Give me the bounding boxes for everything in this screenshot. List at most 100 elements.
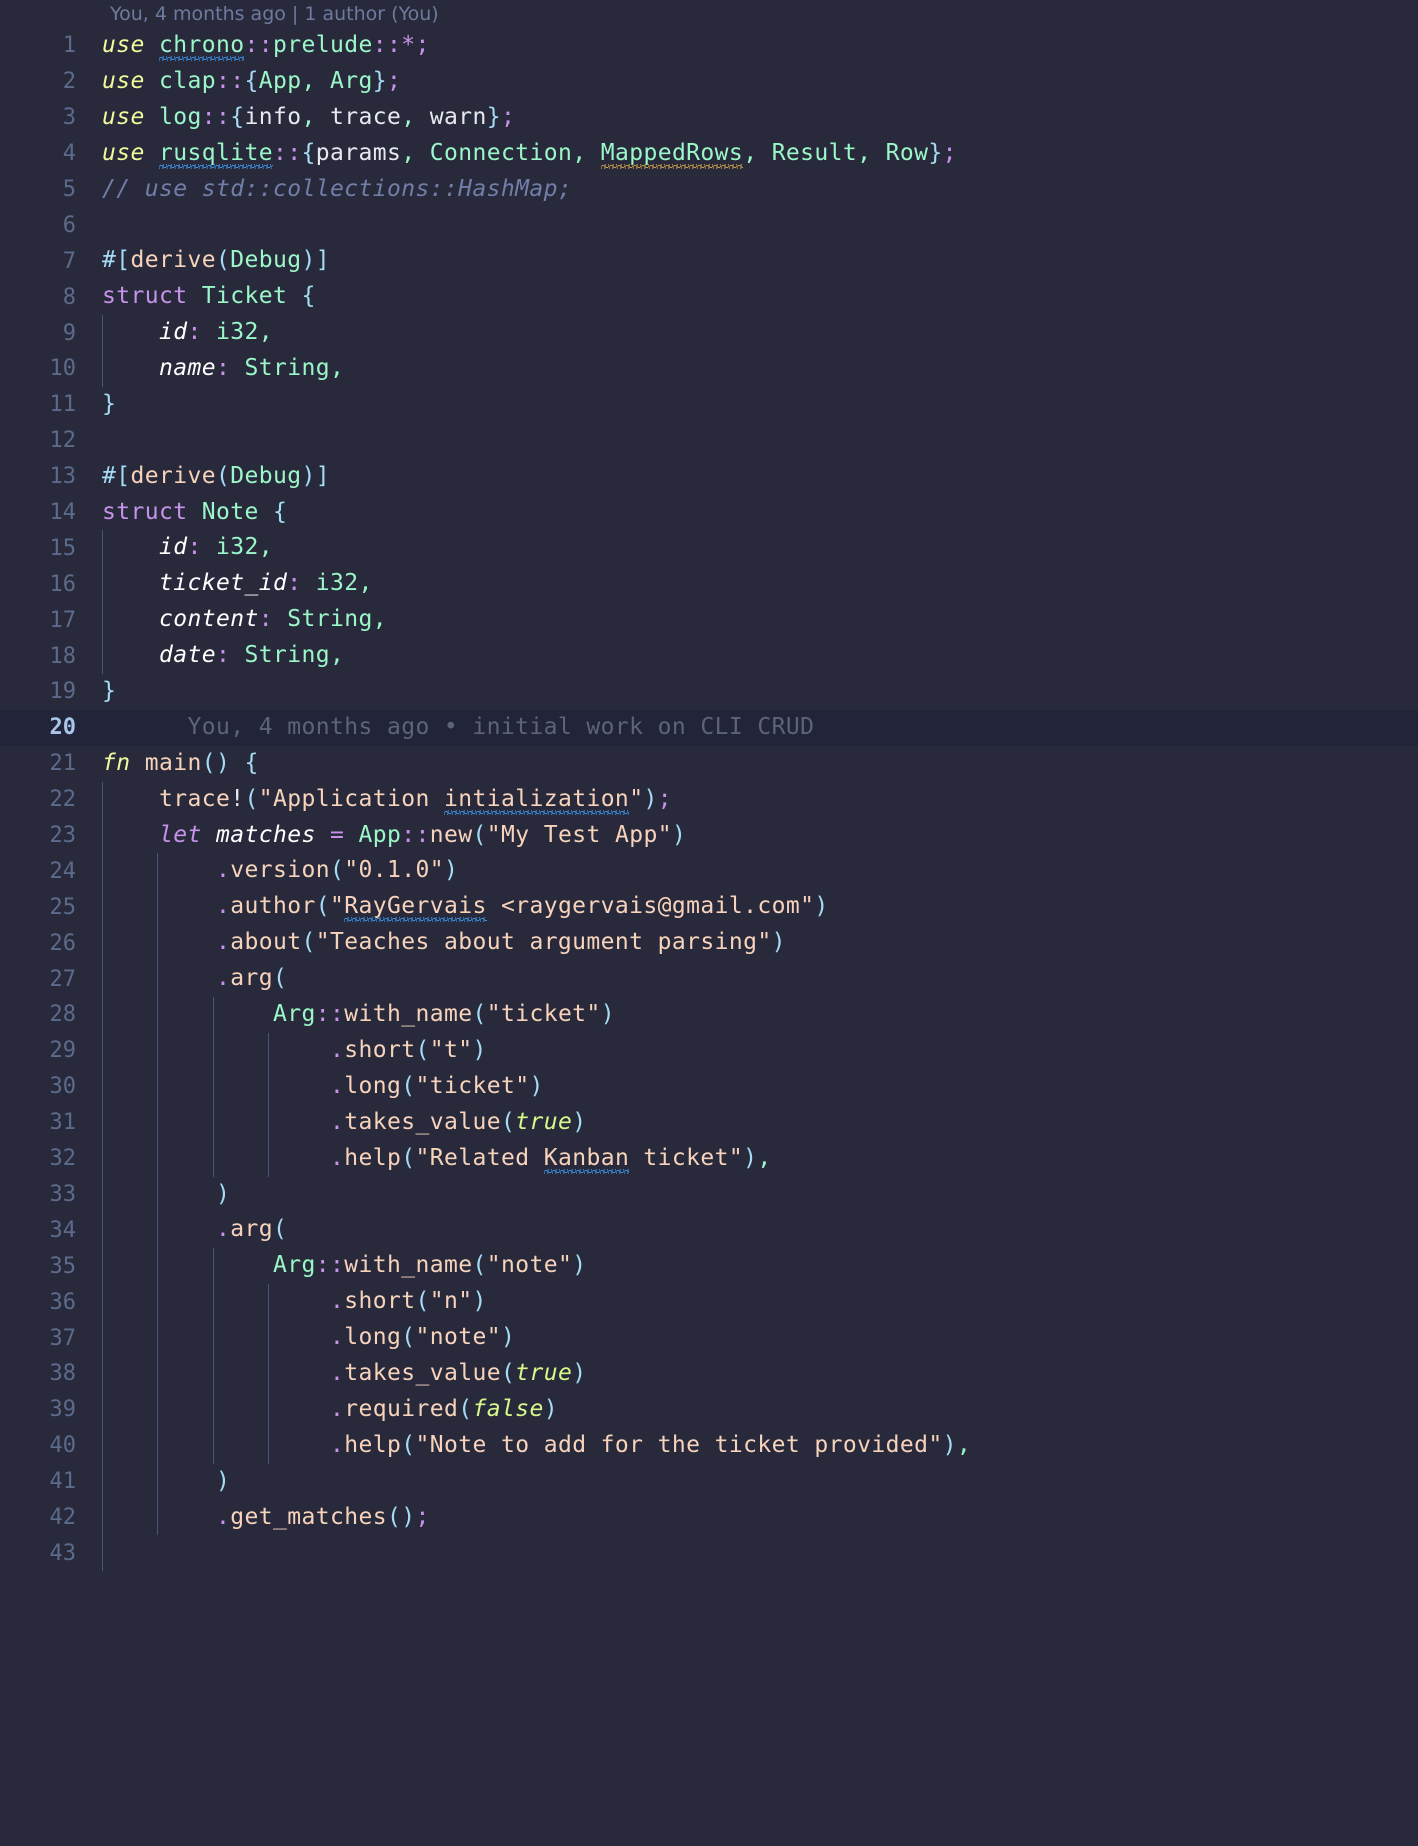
code-line[interactable]: 42 .get_matches();: [0, 1499, 1418, 1536]
code-line[interactable]: 41 ): [0, 1463, 1418, 1500]
line-number: 9: [62, 320, 76, 346]
line-number: 21: [49, 751, 77, 777]
code-text: .takes_value(true): [88, 1104, 1418, 1141]
code-text: .short("n"): [88, 1284, 1418, 1321]
code-text: .long("note"): [88, 1320, 1418, 1356]
line-number: 40: [49, 1433, 77, 1459]
code-text: .arg(: [88, 961, 1418, 998]
code-text: fn main() {: [102, 749, 259, 776]
code-text: .help("Related Kanban ticket"),: [88, 1140, 1418, 1177]
code-line[interactable]: 19}: [0, 674, 1418, 710]
code-line[interactable]: 35 Arg::with_name("note"): [0, 1248, 1418, 1285]
code-text: use clap::{App, Arg};: [102, 67, 402, 94]
line-number: 6: [62, 212, 76, 238]
code-line[interactable]: 3 use log::{info, trace, warn};: [0, 100, 1418, 136]
code-line[interactable]: 6: [0, 207, 1418, 243]
line-number: 3: [62, 105, 76, 131]
line-number: 39: [49, 1397, 77, 1423]
code-line[interactable]: 7 #[derive(Debug)]: [0, 243, 1418, 279]
code-line[interactable]: 16 ticket_id: i32,: [0, 566, 1418, 603]
code-line-blame[interactable]: 20 You, 4 months ago • initial work on C…: [0, 709, 1418, 746]
code-line[interactable]: 18 date: String,: [0, 638, 1418, 675]
code-text: .long("ticket"): [88, 1068, 1418, 1105]
blame-annotation: You, 4 months ago • initial work on CLI …: [102, 713, 815, 740]
code-line[interactable]: 38 .takes_value(true): [0, 1355, 1418, 1392]
code-line[interactable]: 30 .long("ticket"): [0, 1068, 1418, 1105]
code-text: use chrono::prelude::*;: [102, 32, 430, 58]
code-lines-container[interactable]: 1 use chrono::prelude::*;2 use clap::{App,…: [0, 28, 1418, 1572]
line-number: 13: [49, 464, 77, 490]
code-line[interactable]: 23 let matches = App::new("My Test App"): [0, 817, 1418, 854]
code-line[interactable]: 9 id: i32,: [0, 315, 1418, 352]
line-number: 24: [49, 858, 77, 884]
line-number: 37: [49, 1325, 77, 1351]
code-text: use rusqlite::{params, Connection, Mappe…: [102, 139, 957, 166]
code-line[interactable]: 13 #[derive(Debug)]: [0, 459, 1418, 495]
code-text: struct Note {: [102, 498, 288, 525]
code-text: }: [102, 390, 117, 417]
code-line[interactable]: 34 .arg(: [0, 1212, 1418, 1249]
code-text: content: String,: [88, 602, 1418, 639]
code-text: Arg::with_name("note"): [88, 1248, 1418, 1285]
code-text: let matches = App::new("My Test App"): [88, 817, 1418, 854]
code-line[interactable]: 40 .help("Note to add for the ticket pro…: [0, 1427, 1418, 1464]
code-line[interactable]: 4 use rusqlite::{params, Connection, Mapp…: [0, 136, 1418, 172]
line-number: 30: [49, 1074, 77, 1100]
code-line[interactable]: 14 struct Note {: [0, 495, 1418, 531]
code-line[interactable]: 17 content: String,: [0, 602, 1418, 639]
line-number: 33: [49, 1181, 77, 1207]
code-text: // use std::collections::HashMap;: [102, 175, 573, 202]
line-number: 12: [49, 428, 77, 454]
code-text: #[derive(Debug)]: [102, 247, 330, 274]
code-text: .version("0.1.0"): [88, 853, 1418, 890]
code-line[interactable]: 15 id: i32,: [0, 530, 1418, 567]
code-line[interactable]: 21 fn main() {: [0, 746, 1418, 782]
line-number: 10: [49, 356, 77, 382]
code-text: }: [102, 678, 117, 705]
code-text: id: i32,: [88, 530, 1418, 567]
code-text: .help("Note to add for the ticket provid…: [88, 1427, 1418, 1464]
code-line[interactable]: 29 .short("t"): [0, 1032, 1418, 1069]
code-line[interactable]: 26 .about("Teaches about argument parsin…: [0, 925, 1418, 962]
code-line[interactable]: 12: [0, 423, 1418, 459]
code-text: #[derive(Debug)]: [102, 462, 330, 489]
line-number: 26: [49, 930, 77, 956]
code-line[interactable]: 37 .long("note"): [0, 1320, 1418, 1356]
code-line[interactable]: 2 use clap::{App, Arg};: [0, 64, 1418, 100]
code-line[interactable]: 28 Arg::with_name("ticket"): [0, 997, 1418, 1033]
code-text: .about("Teaches about argument parsing"): [88, 925, 1418, 962]
line-number: 35: [49, 1253, 77, 1279]
line-number: 43: [49, 1540, 77, 1566]
code-text: .short("t"): [88, 1032, 1418, 1069]
code-line[interactable]: 10 name: String,: [0, 351, 1418, 387]
code-line[interactable]: 5 // use std::collections::HashMap;: [0, 172, 1418, 208]
code-line[interactable]: 27 .arg(: [0, 961, 1418, 998]
code-line[interactable]: 32 .help("Related Kanban ticket"),: [0, 1140, 1418, 1177]
code-line[interactable]: 11}: [0, 387, 1418, 423]
code-line[interactable]: 8 struct Ticket {: [0, 279, 1418, 315]
code-line[interactable]: 25 .author("RayGervais <raygervais@gmail…: [0, 889, 1418, 926]
line-number: 38: [49, 1361, 77, 1387]
code-text: use log::{info, trace, warn};: [102, 103, 516, 130]
code-text: Arg::with_name("ticket"): [88, 997, 1418, 1033]
code-line[interactable]: 22 trace!("Application intialization");: [0, 781, 1418, 818]
line-number: 32: [49, 1146, 77, 1172]
line-number: 28: [49, 1002, 77, 1028]
code-text: .takes_value(true): [88, 1355, 1418, 1392]
code-line[interactable]: 31 .takes_value(true): [0, 1104, 1418, 1141]
code-text: struct Ticket {: [102, 283, 316, 310]
code-editor[interactable]: You, 4 months ago | 1 author (You) 1 use …: [0, 0, 1418, 1846]
line-number: 41: [49, 1469, 77, 1495]
code-line[interactable]: 36 .short("n"): [0, 1284, 1418, 1321]
code-text: .required(false): [88, 1391, 1418, 1428]
line-number: 20: [49, 715, 77, 741]
line-number: 29: [49, 1038, 77, 1064]
code-line[interactable]: 39 .required(false): [0, 1391, 1418, 1428]
code-line[interactable]: 24 .version("0.1.0"): [0, 853, 1418, 890]
blame-header-text: You, 4 months ago | 1 author (You): [110, 3, 439, 25]
code-line[interactable]: 33 ): [0, 1176, 1418, 1213]
code-line[interactable]: 1 use chrono::prelude::*;: [0, 28, 1418, 64]
code-line[interactable]: 43: [0, 1535, 1418, 1572]
line-number: 1: [62, 33, 76, 59]
